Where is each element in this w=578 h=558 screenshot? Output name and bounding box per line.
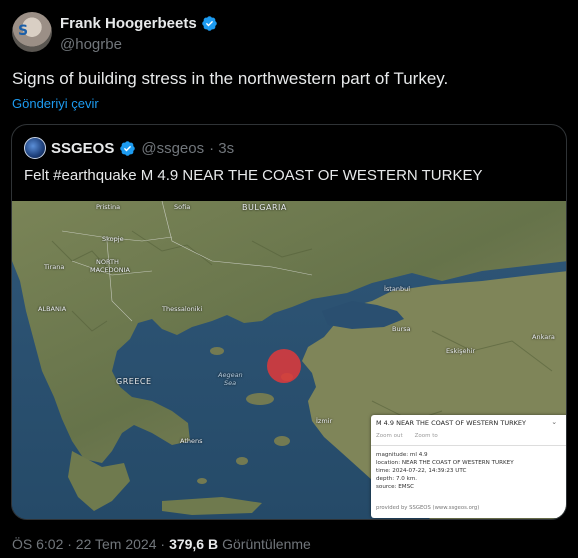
tweet-footer: ÖS 6:02 · 22 Tem 2024 · 379,6 B Görüntül… [12, 536, 311, 552]
map-label-thessaloniki: Thessaloniki [162, 305, 203, 313]
map-label-sofia: Sofia [174, 203, 191, 211]
zoom-out-link[interactable]: Zoom out [376, 433, 403, 439]
quoted-tweet[interactable]: SSGEOS @ssgeos · 3s Felt #earthquake M 4… [11, 124, 567, 520]
tweet-header: S Frank Hoogerbeets @hogrbe [12, 12, 566, 56]
translate-link[interactable]: Gönderiyi çevir [12, 96, 99, 111]
quoted-display-name: SSGEOS [51, 139, 115, 157]
map-label-izmir: İzmir [316, 417, 333, 425]
quoted-handle: @ssgeos [141, 139, 205, 157]
map-label-aegean-2: Sea [224, 379, 237, 387]
earthquake-map[interactable]: Pristina Sofia BULGARIA Skopje Tirana NO… [12, 201, 566, 519]
map-label-eskisehir: Eskişehir [446, 347, 476, 355]
map-label-aegean-1: Aegean [218, 371, 243, 379]
map-label-north-macedonia-1: NORTH [96, 258, 119, 266]
popup-provided-by: provided by SSGEOS (www.ssgeos.org) [376, 505, 480, 511]
tweet-timestamp[interactable]: ÖS 6:02 · 22 Tem 2024 · [12, 536, 165, 552]
author-avatar[interactable]: S [12, 12, 52, 52]
author-name-row: Frank Hoogerbeets [60, 15, 218, 32]
map-label-ankara: Ankara [532, 333, 555, 341]
zoom-to-link[interactable]: Zoom to [415, 433, 438, 439]
avatar-letter: S [18, 23, 29, 39]
map-label-bulgaria: BULGARIA [242, 203, 287, 212]
quoted-avatar [24, 137, 46, 159]
verified-badge-icon [120, 140, 136, 156]
map-label-athens: Athens [180, 437, 203, 445]
popup-body: magnitude: ml 4.9 location: NEAR THE COA… [376, 451, 514, 491]
map-label-pristina: Pristina [96, 203, 121, 211]
popup-time: time: 2024-07-22, 14:39:23 UTC [376, 468, 467, 474]
popup-title: M 4.9 NEAR THE COAST OF WESTERN TURKEY [376, 419, 526, 427]
tweet-text: Signs of building stress in the northwes… [12, 69, 449, 88]
quoted-header: SSGEOS @ssgeos · 3s [24, 137, 234, 159]
verified-badge-icon [201, 16, 217, 31]
popup-zoom-links: Zoom out Zoom to [376, 433, 438, 439]
quoted-time: · 3s [209, 139, 235, 157]
map-label-albania: ALBANIA [38, 305, 67, 313]
popup-magnitude: magnitude: ml 4.9 [376, 452, 428, 458]
author-handle[interactable]: @hogrbe [60, 36, 122, 53]
popup-divider [371, 445, 566, 446]
map-label-skopje: Skopje [102, 235, 124, 243]
map-label-greece: GREECE [116, 377, 152, 386]
map-label-north-macedonia-2: MACEDONIA [90, 266, 130, 274]
map-label-istanbul: İstanbul [384, 285, 411, 293]
earthquake-marker [267, 349, 301, 383]
quoted-text: Felt #earthquake M 4.9 NEAR THE COAST OF… [24, 167, 483, 184]
map-label-bursa: Bursa [392, 325, 411, 333]
views-count: 379,6 B [169, 536, 219, 552]
earthquake-info-popup: M 4.9 NEAR THE COAST OF WESTERN TURKEY ⌄… [371, 415, 566, 518]
chevron-down-icon[interactable]: ⌄ [551, 418, 557, 426]
map-label-tirana: Tirana [44, 263, 65, 271]
views-label: Görüntülenme [222, 536, 311, 552]
popup-depth: depth: 7.0 km. [376, 476, 418, 482]
author-display-name[interactable]: Frank Hoogerbeets [60, 15, 197, 32]
close-icon[interactable]: × [565, 418, 566, 426]
popup-location: location: NEAR THE COAST OF WESTERN TURK… [376, 460, 514, 466]
popup-source: source: EMSC [376, 484, 415, 490]
popup-controls: ⌄ × [551, 418, 566, 426]
